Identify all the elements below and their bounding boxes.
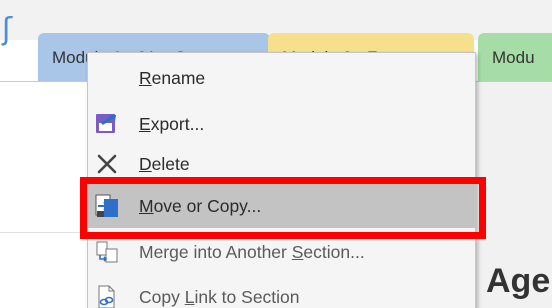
menu-item-label: Rename: [139, 68, 206, 88]
export-icon: [96, 114, 116, 133]
menu-item-move-or-copy[interactable]: Move or Copy...: [88, 184, 475, 228]
menu-item-label: Delete: [139, 154, 190, 174]
menu-item-label: Copy Link to Section: [139, 287, 300, 307]
menu-item-copy-link[interactable]: Copy Link to Section: [88, 278, 475, 308]
menu-item-label: Export...: [139, 114, 205, 134]
menu-item-export[interactable]: Export...: [88, 105, 475, 143]
menu-item-merge[interactable]: Merge into Another Section...: [88, 233, 475, 271]
section-edge-icon: ʃ: [2, 12, 13, 47]
menu-item-rename[interactable]: Rename: [88, 59, 475, 97]
context-menu: Rename Export... Delete Move or Copy... …: [87, 52, 476, 308]
panel-divider: [0, 232, 88, 233]
left-panel: [0, 82, 88, 308]
copy-link-icon: [98, 285, 115, 308]
menu-item-label: Merge into Another Section...: [139, 242, 365, 262]
page-heading: Agen: [486, 262, 552, 300]
section-tab-module-3[interactable]: Modu: [478, 33, 552, 83]
menu-item-label: Move or Copy...: [139, 196, 262, 216]
move-copy-icon: [95, 194, 118, 217]
menu-item-delete[interactable]: Delete: [88, 145, 475, 183]
close-x-icon: [97, 154, 117, 174]
merge-icon: [96, 241, 118, 263]
onenote-window: ʃ Module 1 - 21st Ce Module 2 - F Modu A…: [0, 0, 552, 308]
